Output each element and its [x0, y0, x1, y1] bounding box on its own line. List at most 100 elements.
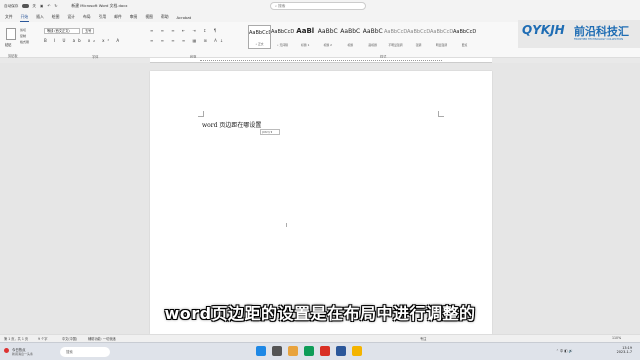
style-tile[interactable]: AaBbCcDd • 正文: [248, 25, 271, 49]
tab-8[interactable]: 审阅: [129, 13, 139, 21]
app-icon[interactable]: [320, 346, 330, 356]
font-group-label: 字体: [92, 55, 99, 59]
font-name-select[interactable]: 等线 (西文正文): [44, 28, 80, 34]
document-title: 新建 Microsoft Word 文档.docx: [71, 3, 128, 8]
document-canvas[interactable]: word 页边距在哪设置 (Ctrl) ▾ I: [0, 63, 640, 334]
channel-logo: QYKJH 前沿科技汇 FRONTIER TECHNOLOGY COLLECTI…: [518, 20, 640, 48]
style-sample: AaBbCcDd: [384, 29, 407, 35]
paste-options-button[interactable]: (Ctrl) ▾: [260, 129, 280, 135]
style-name: 标题 2: [323, 43, 332, 47]
tab-7[interactable]: 邮件: [113, 13, 123, 21]
system-tray[interactable]: ⌃ 中 ◧ 🔊: [556, 348, 573, 353]
news-icon: [4, 348, 9, 353]
logo-chinese-name: 前沿科技汇: [574, 25, 629, 38]
tab-10[interactable]: 帮助: [160, 13, 170, 21]
ruler-ticks: [200, 60, 442, 61]
tab-2[interactable]: 插入: [35, 13, 45, 21]
paste-label: 粘贴: [5, 43, 12, 47]
tab-0[interactable]: 文件: [4, 13, 14, 21]
video-subtitle: word页边距的设置是在布局中进行调整的: [164, 304, 476, 323]
document-page[interactable]: word 页边距在哪设置 (Ctrl) ▾ I: [150, 71, 492, 334]
tab-11[interactable]: Acrobat: [176, 14, 193, 21]
text-cursor-icon: I: [286, 223, 288, 229]
taskbar-search-input[interactable]: 搜索: [60, 347, 110, 357]
media-app-icon[interactable]: [352, 346, 362, 356]
style-tile[interactable]: AaBbC 标题: [339, 25, 362, 49]
style-tile[interactable]: AaBbC 副标题: [362, 25, 385, 49]
tab-4[interactable]: 设计: [66, 13, 76, 21]
style-tile[interactable]: AaBbCcDd 强调: [407, 25, 430, 49]
news-widget[interactable]: 今日热点 新闻消息一头条: [4, 346, 50, 358]
zoom-level[interactable]: 110%: [612, 336, 621, 340]
copy-button[interactable]: 复制: [20, 34, 26, 38]
document-body-text[interactable]: word 页边距在哪设置: [202, 120, 261, 129]
logo-mark: QYKJH: [522, 23, 565, 37]
page-count[interactable]: 第 1 页，共 1 页: [4, 336, 28, 341]
style-tile[interactable]: AaBl 标题 1: [294, 25, 317, 49]
word-app-icon[interactable]: [336, 346, 346, 356]
autosave-label: 自动保存: [4, 3, 19, 8]
tab-5[interactable]: 布局: [82, 13, 92, 21]
task-view-icon[interactable]: [272, 346, 282, 356]
styles-gallery: AaBbCcDd • 正文 AaBbCcDd • 无间隔 AaBl 标题 1 AaBbC 标题…: [248, 25, 476, 49]
focus-mode-button[interactable]: 专注: [420, 336, 426, 341]
language[interactable]: 中文(中国): [62, 336, 77, 341]
style-tile[interactable]: AaBbCcDd • 无间隔: [271, 25, 294, 49]
style-name: 明显强调: [435, 43, 448, 47]
style-name: • 正文: [255, 42, 264, 46]
save-icon[interactable]: ▣: [40, 4, 43, 8]
style-tile[interactable]: AaBbCcDd 要点: [453, 25, 476, 49]
word-count[interactable]: 9 个字: [38, 336, 47, 341]
taskbar-apps: [256, 346, 368, 356]
redo-icon[interactable]: ↻: [54, 4, 57, 8]
style-sample: AaBbCcDd: [430, 29, 453, 35]
tab-3[interactable]: 绘图: [51, 13, 61, 21]
cut-button[interactable]: 剪切: [20, 28, 26, 32]
clock-date: 2023-1-7: [616, 350, 632, 354]
paragraph-buttons-row2[interactable]: ≡ ≡ ≡ ≡ ▦ ⊞ A↓: [150, 38, 226, 43]
style-tile[interactable]: AaBbCcDd 明显强调: [430, 25, 453, 49]
format-painter-button[interactable]: 格式刷: [20, 40, 29, 44]
undo-icon[interactable]: ↶: [47, 4, 50, 8]
start-icon[interactable]: [256, 346, 266, 356]
clipboard-group-label: 剪贴板: [8, 54, 18, 58]
style-sample: AaBl: [296, 27, 315, 35]
tab-9[interactable]: 视图: [144, 13, 154, 21]
tab-6[interactable]: 引用: [98, 13, 108, 21]
file-explorer-icon[interactable]: [288, 346, 298, 356]
style-sample: AaBbCcDd: [407, 29, 430, 35]
style-name: 副标题: [368, 43, 377, 47]
paragraph-buttons-row1[interactable]: ≡ ≡ ≡ ⇤ ⇥ ↕ ¶: [150, 28, 219, 33]
font-size-select[interactable]: 五号: [82, 28, 94, 34]
search-placeholder: 搜索: [278, 4, 286, 8]
style-sample: AaBbC: [317, 28, 338, 35]
status-bar: 第 1 页，共 1 页 9 个字 中文(中国) 辅助功能: 一切就绪 专注 11…: [0, 334, 640, 342]
crop-mark-top-right: [438, 111, 444, 117]
tab-1[interactable]: 开始: [19, 13, 30, 22]
title-bar: 自动保存 关 ▣ ↶ ↻ 新建 Microsoft Word 文档.docx ⌕…: [0, 0, 640, 12]
font-format-buttons[interactable]: B I U ab x₂ x² A: [44, 38, 122, 43]
clipboard-group: 粘贴 剪切 复制 格式刷 剪贴板: [0, 24, 40, 58]
style-tile[interactable]: AaBbC 标题 2: [317, 25, 340, 49]
crop-mark-top-left: [198, 111, 204, 117]
logo-english-name: FRONTIER TECHNOLOGY COLLECTION: [574, 38, 624, 41]
title-search-input[interactable]: ⌕ 搜索: [270, 2, 366, 10]
paste-button[interactable]: [6, 28, 16, 40]
style-name: 要点: [461, 43, 468, 47]
taskbar-clock[interactable]: 13:19 2023-1-7: [617, 346, 632, 354]
style-sample: AaBbC: [340, 28, 361, 35]
style-name: 不明显强调: [388, 43, 403, 47]
windows-taskbar: 今日热点 新闻消息一头条 搜索 ⌃ 中 ◧ 🔊 13:19 2023-1-7: [0, 342, 640, 360]
browser-icon[interactable]: [304, 346, 314, 356]
style-sample: AaBbC: [362, 28, 383, 35]
style-sample: AaBbCcDd: [453, 29, 476, 35]
style-name: • 无间隔: [277, 43, 288, 47]
accessibility-status[interactable]: 辅助功能: 一切就绪: [88, 336, 116, 341]
autosave-state: 关: [32, 3, 36, 8]
style-name: 标题 1: [301, 43, 310, 47]
style-sample: AaBbCcDd: [271, 29, 294, 35]
style-sample: AaBbCcDd: [249, 30, 270, 36]
autosave-toggle[interactable]: [22, 4, 30, 8]
style-tile[interactable]: AaBbCcDd 不明显强调: [384, 25, 407, 49]
style-name: 标题: [347, 43, 354, 47]
